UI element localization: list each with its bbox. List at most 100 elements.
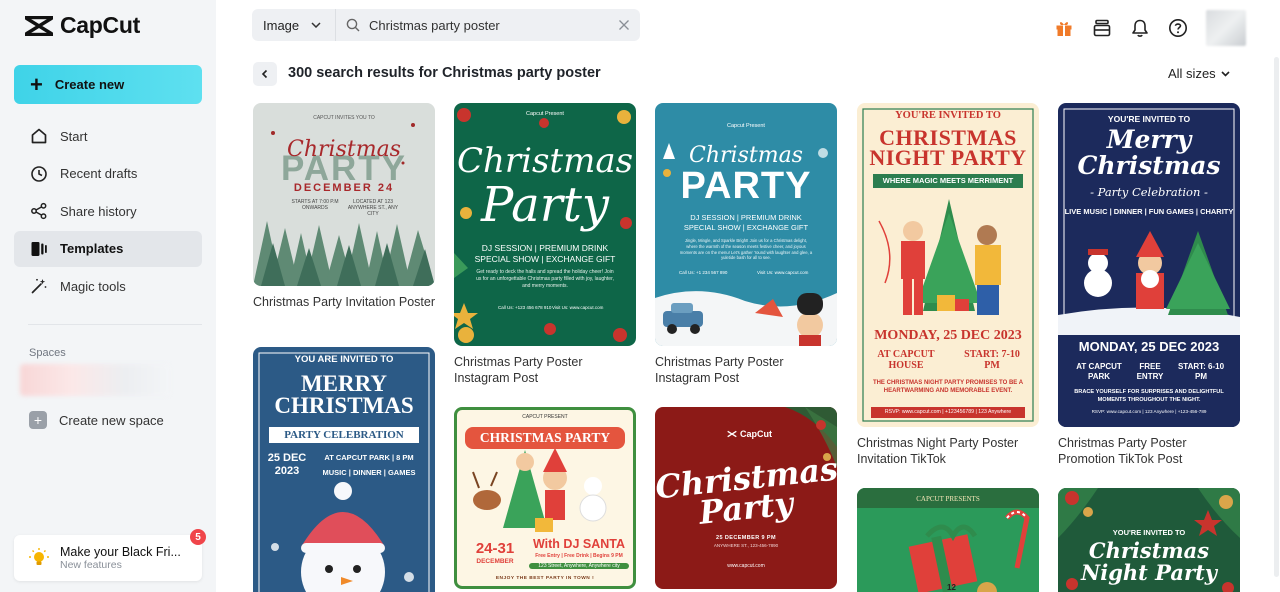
notification-badge: 5 — [190, 529, 206, 545]
sidebar-item-start[interactable]: Start — [14, 118, 202, 154]
create-space-label: Create new space — [59, 412, 164, 428]
invite-text: CAPCUT INVITES YOU TO — [313, 115, 375, 121]
sidebar-item-label: Start — [60, 128, 88, 144]
date-text: 24-31 — [475, 540, 515, 557]
template-caption[interactable]: Christmas Party Poster Instagram Post — [454, 354, 636, 386]
search-input[interactable] — [369, 17, 609, 33]
brand-text: Capcut Present — [526, 111, 564, 117]
enjoy-text: ENJOY THE BEST PARTY IN TOWN ! — [495, 576, 595, 581]
date-text: MONDAY, 25 DEC 2023 — [874, 328, 1022, 343]
sidebar-item-label: Recent drafts — [60, 166, 138, 182]
promo-card[interactable]: Make your Black Fri... New features 5 — [14, 529, 206, 581]
home-icon — [31, 128, 47, 144]
day-number-text: 12 — [947, 583, 956, 592]
template-card[interactable]: YOU ARE INVITED TO MERRY CHRISTMAS PARTY… — [253, 347, 435, 592]
template-card[interactable]: Capcut Present Christmas PARTY DJ SESSIO… — [655, 103, 837, 346]
website-text: www.capcut.com — [727, 563, 765, 569]
brand-logo: CapCut — [727, 429, 772, 439]
sidebar-item-share-history[interactable]: Share history — [14, 193, 202, 229]
invite-text: YOU'RE INVITED TO — [895, 110, 1001, 121]
create-new-button[interactable]: + Create new — [14, 65, 202, 104]
visit-text: Visit Us: www.capcut.com — [552, 305, 604, 310]
plus-icon: + — [29, 411, 47, 429]
date-text: DECEMBER 24 — [293, 182, 395, 194]
avatar[interactable] — [1206, 10, 1246, 46]
template-card[interactable]: YOU'RE INVITED TO CHRISTMAS NIGHT PARTY … — [857, 103, 1039, 427]
spaces-heading: Spaces — [29, 347, 66, 359]
dj-text: With DJ SANTA — [532, 537, 625, 551]
capcut-logo-icon — [25, 15, 53, 36]
divider — [28, 324, 202, 325]
space-item-blurred[interactable] — [20, 364, 170, 396]
activities-text: MUSIC | DINNER | GAMES — [322, 468, 416, 477]
location-text: LOCATED AT 123 ANYWHERE ST., ANY CITY — [347, 199, 399, 217]
venue-text: AT CAPCUT PARK — [1076, 362, 1122, 381]
month-text: DECEMBER — [476, 558, 514, 565]
template-card[interactable]: CAPCUT INVITES YOU TO PARTY Christmas DE… — [253, 103, 435, 286]
blurb-text: Get ready to deck the halls and spread t… — [476, 269, 614, 289]
template-card[interactable]: CapCut Christmas Party 25 DECEMBER 9 PM … — [655, 407, 837, 589]
activities-text: DJ SESSION | PREMIUM DRINK SPECIAL SHOW … — [683, 213, 809, 232]
visit-text: Visit Us: www.capcut.com — [757, 270, 809, 275]
help-icon[interactable] — [1168, 18, 1188, 38]
venue-text: AT CAPCUT PARK | 8 PM — [324, 453, 414, 462]
create-new-space-button[interactable]: + Create new space — [29, 411, 164, 429]
invite-text: YOU'RE INVITED TO — [1112, 528, 1186, 537]
invite-text: YOU'RE INVITED TO — [1107, 114, 1191, 124]
sidebar-item-recent-drafts[interactable]: Recent drafts — [14, 156, 202, 192]
back-button[interactable] — [253, 62, 277, 86]
results-heading: 300 search results for Christmas party p… — [288, 65, 601, 81]
promo-subtitle: New features — [60, 559, 122, 571]
tagline-banner: WHERE MAGIC MEETS MERRIMENT — [873, 174, 1023, 188]
template-card[interactable]: CAPCUT PRESENTS 12 — [857, 488, 1039, 592]
share-icon — [31, 203, 47, 220]
rsvp-text: RSVP: www.capcut.com | 123 Anywhere | +1… — [1091, 409, 1207, 414]
lightbulb-icon — [29, 548, 49, 565]
template-caption[interactable]: Christmas Party Poster Instagram Post — [655, 354, 837, 386]
size-filter-dropdown[interactable]: All sizes — [1168, 66, 1230, 81]
activities-text: DJ SESSION | PREMIUM DRINK SPECIAL SHOW … — [474, 243, 616, 264]
sidebar-nav: Start Recent drafts Share history Templa… — [14, 118, 202, 306]
call-text: Call Us: +123 456 678 910 — [498, 305, 552, 310]
blurb-text: Jingle, Mingle, and Sparkle Bright! Join… — [679, 238, 813, 261]
template-card[interactable]: YOU'RE INVITED TO Christmas Night Party — [1058, 488, 1240, 592]
template-card[interactable]: CAPCUT PRESENT CHRISTMAS PARTY 24-31 DEC… — [454, 407, 636, 589]
clear-icon[interactable] — [618, 19, 630, 31]
date-text: 25 DECEMBER 9 PM — [716, 535, 776, 541]
bell-icon[interactable] — [1130, 18, 1150, 38]
subtitle-banner: PARTY CELEBRATION — [269, 427, 419, 443]
media-type-label: Image — [263, 17, 300, 33]
template-caption[interactable]: Christmas Party Poster Promotion TikTok … — [1058, 435, 1240, 467]
storage-icon[interactable] — [1092, 18, 1112, 38]
chevron-left-icon — [261, 69, 268, 79]
capcut-logo-icon — [727, 430, 737, 438]
promo-title: Make your Black Fri... — [60, 545, 181, 559]
brand-text: CapCut — [740, 429, 772, 439]
pine-trees-illustration — [253, 123, 435, 286]
template-card[interactable]: Capcut Present Christmas Party DJ SESSIO… — [454, 103, 636, 346]
sidebar-item-label: Templates — [60, 241, 124, 257]
christmas-script-text: Christmas — [456, 141, 634, 181]
title-banner: CHRISTMAS PARTY — [465, 427, 625, 449]
clock-icon — [31, 165, 47, 182]
title-line2-text: Christmas — [1077, 151, 1221, 180]
sidebar-item-magic-tools[interactable]: Magic tools — [14, 268, 202, 304]
template-caption[interactable]: Christmas Night Party Poster Invitation … — [857, 435, 1039, 467]
gift-icon[interactable] — [1054, 18, 1074, 38]
entry-text: FREE ENTRY — [1136, 362, 1164, 381]
capcut-logo[interactable]: CapCut — [24, 12, 140, 39]
scrollbar[interactable] — [1274, 57, 1279, 577]
invite-text: YOU ARE INVITED TO — [294, 354, 394, 365]
call-text: Call Us: +1 234 567 890 — [679, 270, 728, 275]
template-card[interactable]: YOU'RE INVITED TO Merry Christmas - Part… — [1058, 103, 1240, 427]
media-type-select[interactable]: Image — [252, 9, 336, 41]
template-caption[interactable]: Christmas Party Invitation Poster — [253, 294, 435, 310]
templates-icon — [31, 241, 47, 256]
sidebar-item-label: Magic tools — [60, 278, 126, 294]
rsvp-banner: RSVP: www.capcut.com | +123456789 | 123 … — [871, 407, 1025, 418]
date-text: 25 DEC 2023 — [267, 452, 307, 477]
sidebar-item-templates[interactable]: Templates — [14, 230, 202, 267]
plus-icon: + — [30, 71, 43, 97]
magic-wand-icon — [31, 279, 47, 294]
chevron-down-icon — [311, 22, 321, 28]
